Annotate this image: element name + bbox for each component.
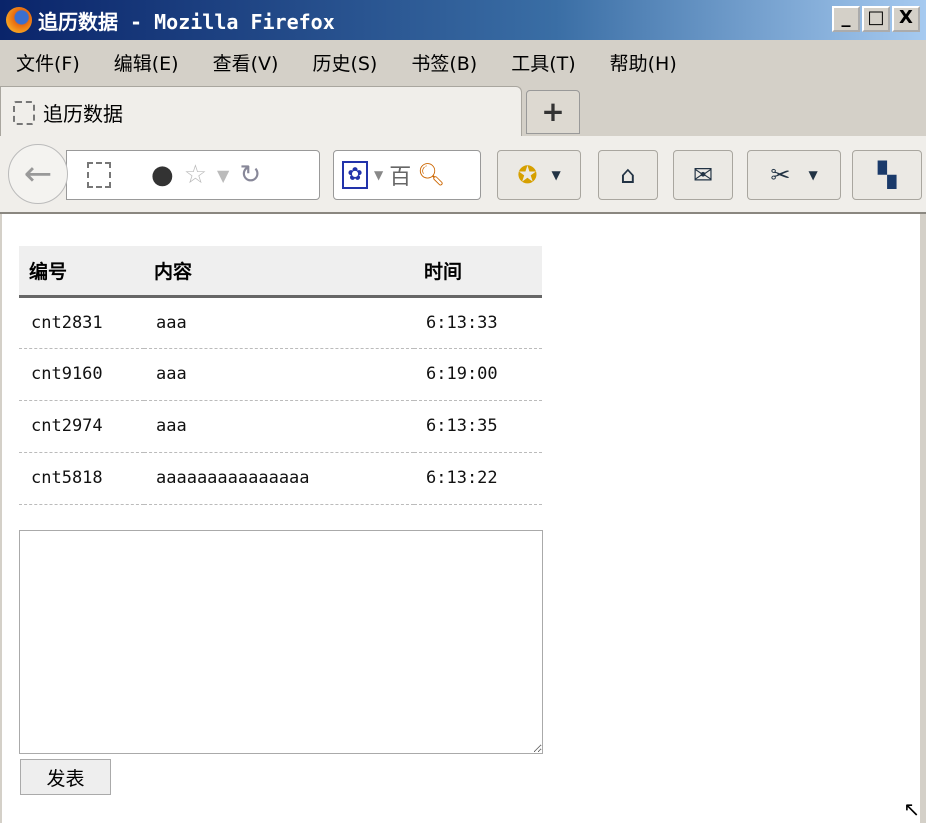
search-magnifier-icon[interactable]: 🔍︎ bbox=[417, 163, 445, 188]
search-engine-char: 百 bbox=[389, 165, 412, 190]
search-bar[interactable]: ✿ ▼ 百 🔍︎ bbox=[333, 150, 481, 200]
scissors-icon: ✂ bbox=[770, 161, 791, 189]
cell-time: 6:13:22 bbox=[414, 452, 542, 505]
baidu-paw-icon[interactable]: ✿ bbox=[342, 161, 368, 189]
page-content: 编号 内容 时间 cnt2831 aaa 6:13:33 cnt9160 aaa 6:1… bbox=[0, 214, 920, 823]
cell-content: aaaaaaaaaaaaaaa bbox=[144, 452, 414, 505]
screenshot-button[interactable]: ✂ ▼ bbox=[747, 150, 841, 200]
navigation-toolbar: ● ☆ ▼ ↻ ← ✿ ▼ 百 🔍︎ ✪ ▼ ⌂ ✉ ✂ ▼ ▚ bbox=[0, 136, 926, 214]
tab-strip: 追历数据 + bbox=[0, 84, 926, 138]
back-button[interactable]: ← bbox=[8, 144, 68, 204]
site-identity-icon[interactable] bbox=[87, 162, 111, 188]
mail-button[interactable]: ✉ bbox=[673, 150, 733, 200]
new-tab-button[interactable]: + bbox=[526, 90, 580, 134]
home-button[interactable]: ⌂ bbox=[598, 150, 658, 200]
minimize-button[interactable]: _ bbox=[832, 6, 860, 32]
header-content: 内容 bbox=[144, 246, 414, 298]
table-row: cnt5818 aaaaaaaaaaaaaaa 6:13:22 bbox=[19, 452, 542, 505]
url-bar[interactable]: ● ☆ ▼ ↻ bbox=[66, 150, 320, 200]
header-id: 编号 bbox=[19, 246, 144, 298]
cell-content: aaa bbox=[144, 348, 414, 401]
search-engine-dropdown-icon[interactable]: ▼ bbox=[374, 168, 383, 182]
cell-time: 6:13:33 bbox=[414, 296, 542, 349]
addon-icon[interactable]: ● bbox=[151, 160, 174, 190]
page-favicon-icon bbox=[13, 100, 35, 125]
message-textarea[interactable] bbox=[19, 530, 543, 754]
menu-file[interactable]: 文件(F) bbox=[16, 49, 80, 76]
back-arrow-icon: ← bbox=[23, 154, 53, 194]
header-time: 时间 bbox=[414, 246, 542, 298]
menu-help[interactable]: 帮助(H) bbox=[610, 49, 677, 76]
table-row: cnt9160 aaa 6:19:00 bbox=[19, 348, 542, 401]
cell-time: 6:13:35 bbox=[414, 400, 542, 453]
apps-button[interactable]: ▚ bbox=[852, 150, 922, 200]
firefox-icon bbox=[6, 7, 32, 33]
history-table: 编号 内容 时间 cnt2831 aaa 6:13:33 cnt9160 aaa 6:1… bbox=[19, 246, 542, 505]
window-resize-grip-icon[interactable]: ↖ bbox=[903, 797, 920, 821]
table-row: cnt2974 aaa 6:13:35 bbox=[19, 400, 542, 453]
menu-history[interactable]: 历史(S) bbox=[312, 49, 377, 76]
menu-tools[interactable]: 工具(T) bbox=[511, 49, 575, 76]
envelope-icon: ✉ bbox=[692, 161, 714, 189]
window-border bbox=[920, 214, 926, 823]
menu-view[interactable]: 查看(V) bbox=[213, 49, 279, 76]
history-dropdown-icon[interactable]: ▼ bbox=[217, 166, 229, 185]
close-button[interactable]: X bbox=[892, 6, 920, 32]
menu-bookmarks[interactable]: 书签(B) bbox=[411, 49, 477, 76]
home-icon: ⌂ bbox=[620, 161, 636, 189]
maximize-button[interactable]: □ bbox=[862, 6, 890, 32]
cell-id: cnt2831 bbox=[19, 296, 144, 349]
window-title: 追历数据 - Mozilla Firefox bbox=[38, 9, 335, 34]
tab-label: 追历数据 bbox=[43, 102, 123, 126]
star-badge-icon: ✪ bbox=[517, 161, 538, 189]
title-bar: 追历数据 - Mozilla Firefox _ □ X bbox=[0, 0, 926, 40]
cell-content: aaa bbox=[144, 296, 414, 349]
tab-active[interactable]: 追历数据 bbox=[0, 86, 522, 138]
menu-bar: 文件(F) 编辑(E) 查看(V) 历史(S) 书签(B) 工具(T) 帮助(H… bbox=[0, 42, 711, 82]
cell-id: cnt2974 bbox=[19, 400, 144, 453]
table-row: cnt2831 aaa 6:13:33 bbox=[19, 296, 542, 349]
reload-icon[interactable]: ↻ bbox=[239, 160, 261, 190]
menu-edit[interactable]: 编辑(E) bbox=[114, 49, 179, 76]
cell-time: 6:19:00 bbox=[414, 348, 542, 401]
chevron-down-icon[interactable]: ▼ bbox=[551, 168, 560, 182]
addon-star-button[interactable]: ✪ ▼ bbox=[497, 150, 581, 200]
bookmark-star-icon[interactable]: ☆ bbox=[184, 160, 207, 190]
cell-id: cnt9160 bbox=[19, 348, 144, 401]
apps-grid-icon: ▚ bbox=[877, 161, 897, 189]
submit-button[interactable]: 发表 bbox=[20, 759, 111, 795]
chevron-down-icon[interactable]: ▼ bbox=[808, 168, 817, 182]
cell-content: aaa bbox=[144, 400, 414, 453]
cell-id: cnt5818 bbox=[19, 452, 144, 505]
